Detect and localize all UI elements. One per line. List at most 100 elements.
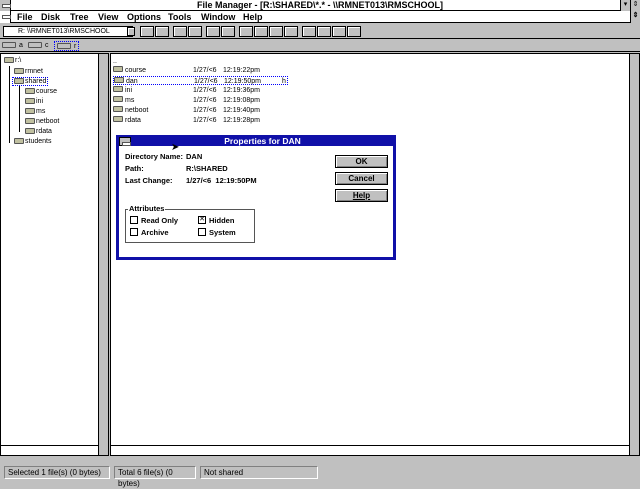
view-large-icon[interactable] bbox=[206, 26, 220, 37]
drive-bar: a c r bbox=[0, 40, 640, 52]
open-folder-icon bbox=[14, 78, 24, 85]
file-name: course bbox=[125, 67, 147, 74]
folder-icon bbox=[4, 57, 14, 64]
attributes-group bbox=[125, 209, 255, 243]
tree-label: r:\ bbox=[15, 57, 22, 64]
tool-2-icon[interactable] bbox=[317, 26, 331, 37]
menu-disk[interactable]: Disk bbox=[41, 12, 60, 22]
path-label: Path: bbox=[125, 164, 144, 173]
folder-icon bbox=[25, 128, 35, 135]
maximize-button[interactable]: ⇕ bbox=[630, 0, 640, 11]
system-menu-button[interactable] bbox=[0, 0, 11, 11]
tree-item-ini[interactable]: ini bbox=[25, 98, 43, 105]
file-row[interactable]: ms 1/27/<6 12:19:08pm bbox=[113, 96, 288, 105]
child-system-menu[interactable] bbox=[0, 11, 11, 23]
file-row[interactable]: ini 1/27/<6 12:19:36pm bbox=[113, 86, 288, 95]
share-icon[interactable] bbox=[173, 26, 187, 37]
file-date: 1/27/<6 bbox=[193, 97, 217, 104]
attributes-label: Attributes bbox=[128, 204, 166, 213]
tree-item-rdata[interactable]: rdata bbox=[25, 128, 52, 135]
tree-item-course[interactable]: course bbox=[25, 88, 57, 95]
drive-r[interactable]: r bbox=[54, 41, 80, 51]
file-name: dan bbox=[126, 78, 138, 85]
file-row[interactable]: course 1/27/<6 12:19:22pm bbox=[113, 66, 288, 75]
folder-icon bbox=[113, 86, 123, 92]
file-time: 12:19:08pm bbox=[223, 97, 260, 104]
read-only-checkbox[interactable] bbox=[130, 216, 138, 224]
file-time: 12:19:40pm bbox=[223, 107, 260, 114]
folder-icon bbox=[25, 118, 35, 125]
folder-icon bbox=[25, 98, 35, 105]
parent-dir-row[interactable]: .. bbox=[113, 57, 288, 66]
last-change-value: 1/27/<6 12:19:50PM bbox=[186, 176, 257, 185]
hidden-checkbox[interactable]: ✕ bbox=[198, 216, 206, 224]
file-date: 1/27/<6 bbox=[193, 107, 217, 114]
menu-help[interactable]: Help bbox=[243, 12, 263, 22]
read-only-label: Read Only bbox=[141, 216, 179, 225]
help-button[interactable]: Help bbox=[335, 189, 388, 202]
window-title: File Manager - [R:\SHARED\*.* - \\RMNET0… bbox=[196, 0, 444, 10]
dialog-system-menu[interactable] bbox=[119, 137, 131, 146]
restore-button[interactable]: ⇕ bbox=[630, 11, 640, 23]
drive-r-label: r bbox=[73, 43, 77, 50]
connect-drive-icon[interactable] bbox=[140, 26, 154, 37]
folder-icon bbox=[14, 68, 24, 75]
cancel-button[interactable]: Cancel bbox=[335, 172, 388, 185]
disconnect-drive-icon[interactable] bbox=[155, 26, 169, 37]
stop-sharing-icon[interactable] bbox=[188, 26, 202, 37]
tree-vertical-scrollbar[interactable] bbox=[98, 54, 108, 455]
file-name: ms bbox=[125, 97, 135, 104]
view-list-icon[interactable] bbox=[221, 26, 235, 37]
menu-tree[interactable]: Tree bbox=[70, 12, 89, 22]
tree-item-rmnet[interactable]: rmnet bbox=[14, 68, 43, 75]
file-time: 12:19:28pm bbox=[223, 117, 260, 124]
file-horizontal-scrollbar[interactable] bbox=[111, 445, 629, 455]
tree-item-netboot[interactable]: netboot bbox=[25, 118, 59, 125]
tree-label: rmnet bbox=[25, 68, 43, 75]
drive-a[interactable]: a bbox=[2, 41, 23, 51]
tree-item-shared[interactable]: shared bbox=[12, 77, 49, 86]
menu-file[interactable]: File bbox=[17, 12, 33, 22]
file-vertical-scrollbar[interactable] bbox=[629, 54, 639, 455]
folder-icon bbox=[14, 138, 24, 145]
toolbar: R: \\RMNET013\RMSCHOOL bbox=[0, 24, 640, 39]
title-bar: File Manager - [R:\SHARED\*.* - \\RMNET0… bbox=[0, 0, 640, 11]
drive-select[interactable]: R: \\RMNET013\RMSCHOOL bbox=[3, 26, 133, 37]
tree-item-ms[interactable]: ms bbox=[25, 108, 45, 115]
file-date: 1/27/<6 bbox=[194, 78, 218, 85]
drive-a-label: a bbox=[18, 42, 23, 49]
sort-type-icon[interactable] bbox=[254, 26, 268, 37]
tree-pane[interactable]: r:\ rmnet shared course ini ms netboot r… bbox=[0, 53, 109, 456]
menu-view[interactable]: View bbox=[98, 12, 118, 22]
minimize-button[interactable]: ▾ bbox=[620, 0, 630, 11]
sort-date-icon[interactable] bbox=[284, 26, 298, 37]
directory-name-label: Directory Name: bbox=[125, 152, 183, 161]
archive-checkbox[interactable] bbox=[130, 228, 138, 236]
ok-button[interactable]: OK bbox=[335, 155, 388, 168]
dropdown-arrow-icon[interactable] bbox=[127, 27, 135, 36]
file-row[interactable]: rdata 1/27/<6 12:19:28pm bbox=[113, 116, 288, 125]
sort-name-icon[interactable] bbox=[239, 26, 253, 37]
file-row[interactable]: netboot 1/27/<6 12:19:40pm bbox=[113, 106, 288, 115]
menu-tools[interactable]: Tools bbox=[168, 12, 191, 22]
tool-4-icon[interactable] bbox=[347, 26, 361, 37]
mouse-cursor-icon: ➤ bbox=[171, 142, 180, 153]
drive-c[interactable]: c bbox=[28, 41, 48, 51]
menu-options[interactable]: Options bbox=[127, 12, 161, 22]
file-row[interactable]: dan 1/27/<6 12:19:50pm h bbox=[113, 76, 288, 85]
tree-root[interactable]: r:\ bbox=[4, 57, 21, 64]
tool-1-icon[interactable] bbox=[302, 26, 316, 37]
tree-label: rdata bbox=[36, 128, 52, 135]
folder-icon bbox=[113, 66, 123, 72]
path-value: R:\SHARED bbox=[186, 164, 228, 173]
menu-window[interactable]: Window bbox=[201, 12, 235, 22]
tree-item-students[interactable]: students bbox=[14, 138, 51, 145]
hidden-label: Hidden bbox=[209, 216, 235, 225]
folder-icon bbox=[25, 108, 35, 115]
system-checkbox[interactable] bbox=[198, 228, 206, 236]
tool-3-icon[interactable] bbox=[332, 26, 346, 37]
properties-dialog: Properties for DAN Directory Name: DAN P… bbox=[116, 135, 396, 260]
file-date: 1/27/<6 bbox=[193, 67, 217, 74]
sort-size-icon[interactable] bbox=[269, 26, 283, 37]
tree-horizontal-scrollbar[interactable] bbox=[1, 445, 98, 455]
